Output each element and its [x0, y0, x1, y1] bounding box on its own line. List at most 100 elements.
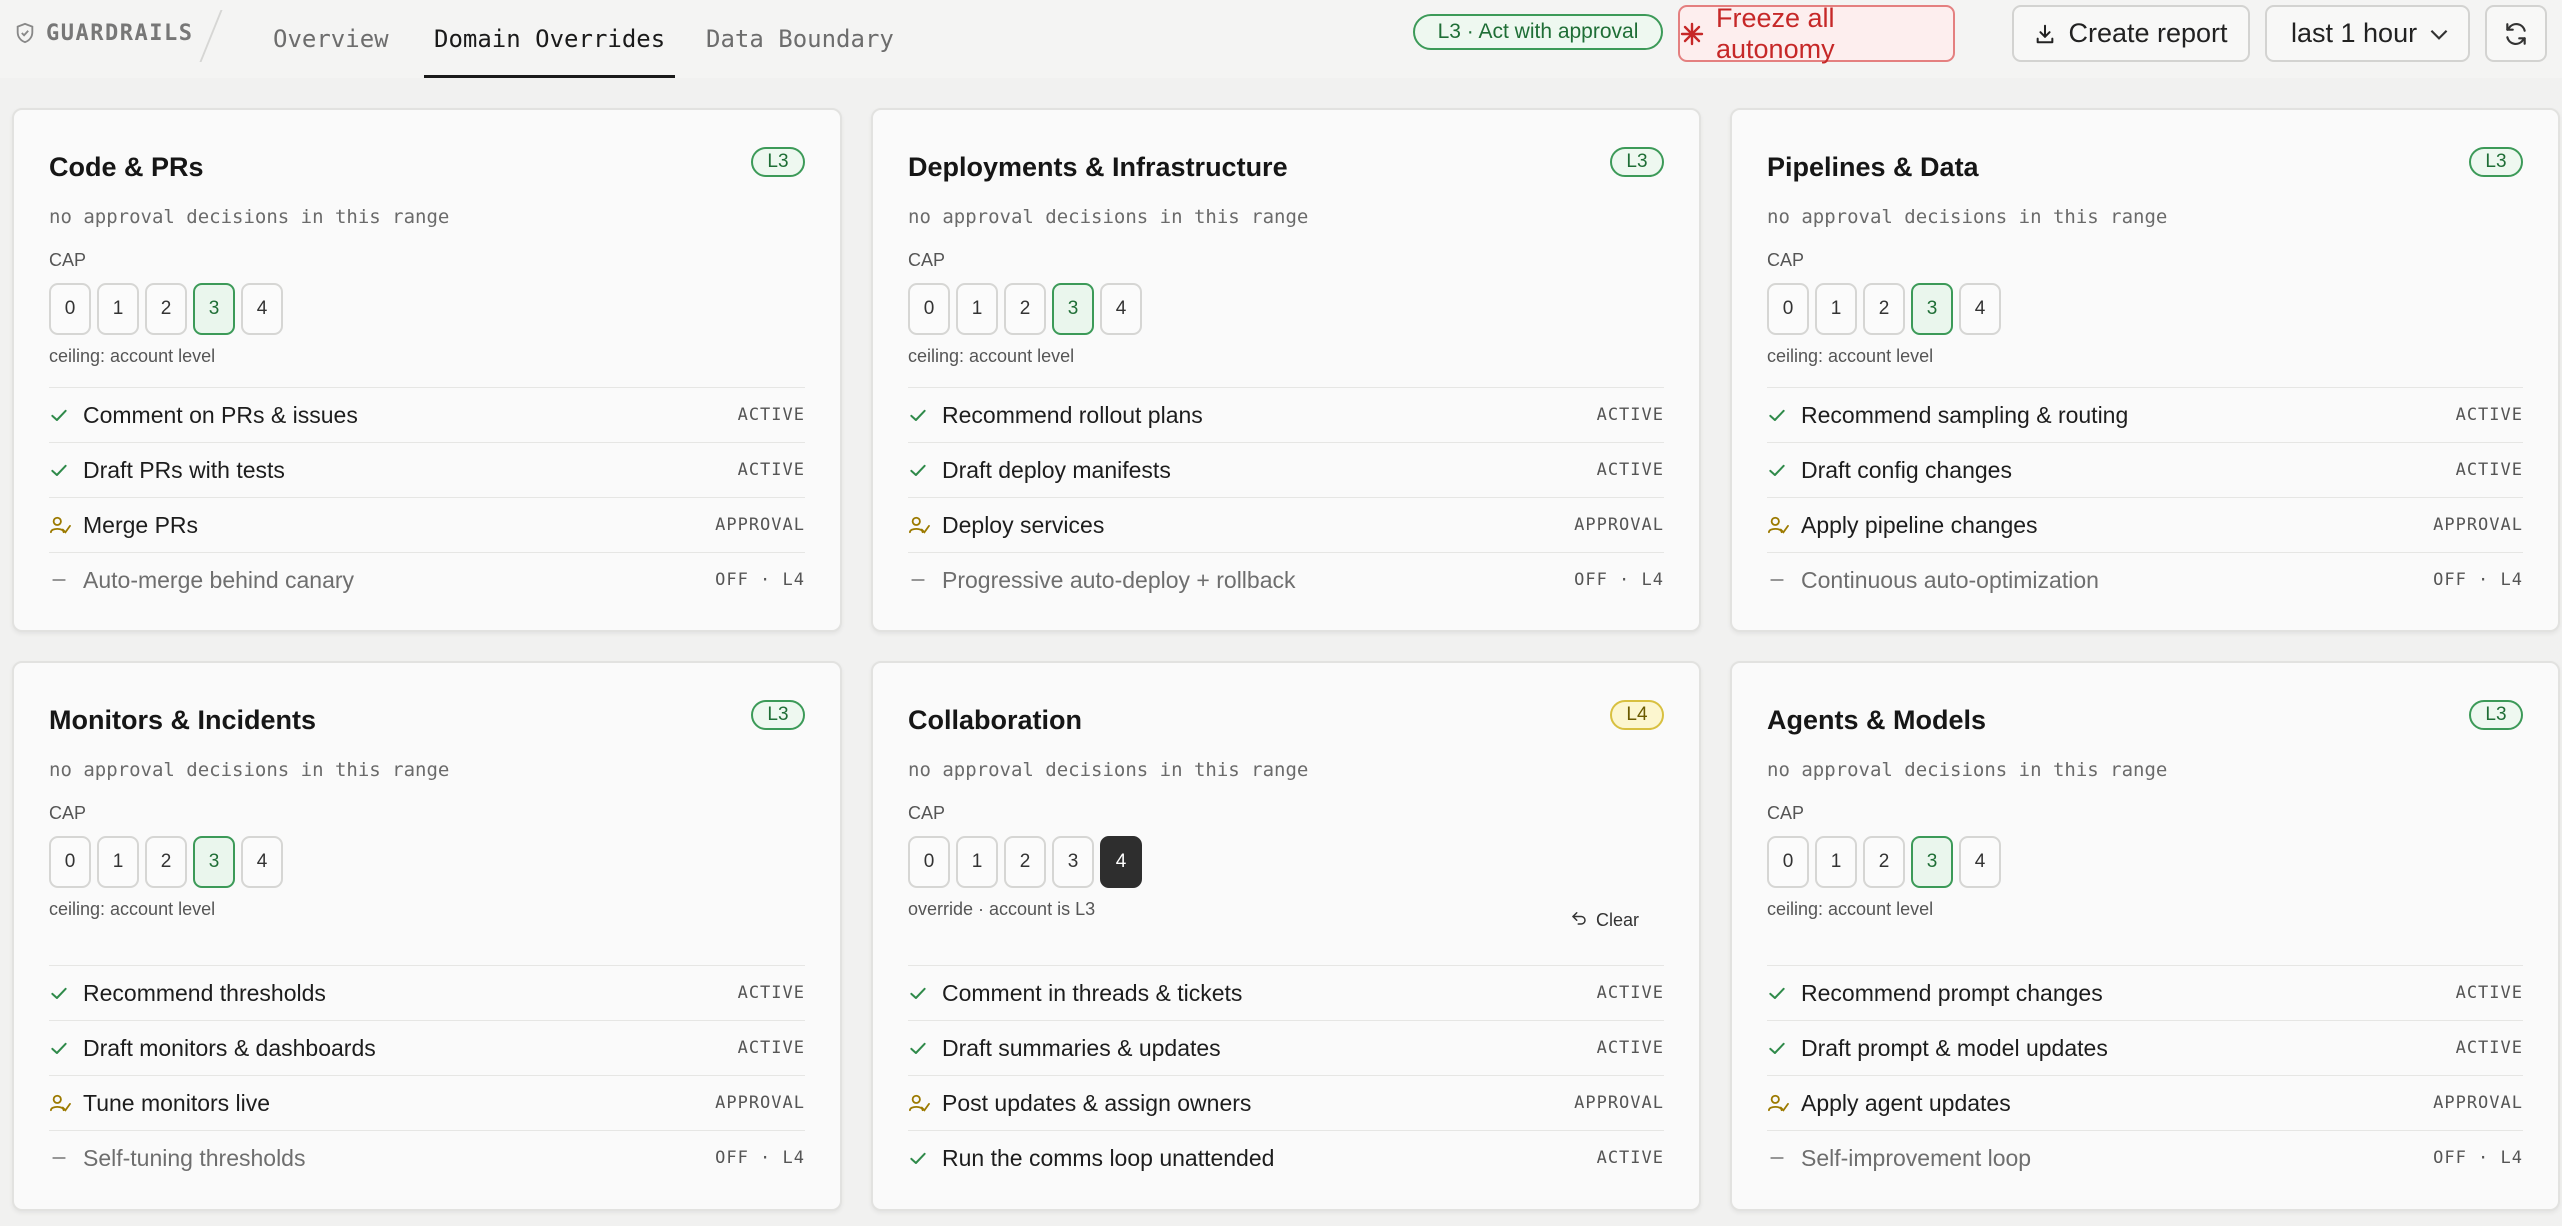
- domain-title: Collaboration: [908, 705, 1082, 735]
- capability-row: Self-improvement loop OFF · L4: [1767, 1130, 2523, 1185]
- tab-domain-overrides[interactable]: Domain Overrides: [423, 0, 676, 78]
- capability-status: ACTIVE: [1596, 983, 1664, 1003]
- cap-level-4-button[interactable]: 4: [1959, 283, 2001, 335]
- cap-level-4-button[interactable]: 4: [1100, 836, 1142, 888]
- capability-label: Draft config changes: [1801, 456, 2012, 483]
- domain-level-badge: L3: [1610, 147, 1664, 177]
- cap-level-3-button[interactable]: 3: [1052, 283, 1094, 335]
- clear-override-button[interactable]: Clear: [1570, 909, 1639, 932]
- capability-label: Apply pipeline changes: [1801, 511, 2038, 538]
- cap-level-1-button[interactable]: 1: [97, 836, 139, 888]
- cap-level-0-button[interactable]: 0: [49, 283, 91, 335]
- ceiling-note: ceiling: account level: [908, 346, 1075, 366]
- capability-label: Draft PRs with tests: [83, 456, 285, 483]
- cap-level-3-button[interactable]: 3: [1911, 836, 1953, 888]
- check-icon: [49, 460, 83, 480]
- cap-level-2-button[interactable]: 2: [145, 836, 187, 888]
- capability-label: Continuous auto-optimization: [1801, 566, 2099, 593]
- domain-title: Pipelines & Data: [1767, 152, 1979, 182]
- approval-summary: no approval decisions in this range: [49, 759, 450, 781]
- capability-status: ACTIVE: [737, 405, 805, 425]
- capability-label: Recommend sampling & routing: [1801, 401, 2129, 428]
- dash-icon: [49, 570, 83, 590]
- create-report-button[interactable]: Create report: [2012, 5, 2250, 62]
- capability-status: APPROVAL: [715, 515, 805, 535]
- account-level-badge: L3 · Act with approval: [1413, 14, 1663, 50]
- approval-icon: [49, 1093, 83, 1113]
- freeze-all-autonomy-button[interactable]: Freeze all autonomy: [1678, 3, 1955, 64]
- cap-selector: 01234: [49, 836, 283, 888]
- capability-row: Recommend thresholds ACTIVE: [49, 965, 805, 1020]
- capability-label: Recommend rollout plans: [942, 401, 1203, 428]
- capability-label: Apply agent updates: [1801, 1089, 2011, 1116]
- time-range-select[interactable]: last 1 hour: [2265, 5, 2470, 62]
- capability-row: Recommend rollout plans ACTIVE: [908, 387, 1664, 442]
- shield-check-icon: [16, 22, 34, 44]
- capability-status: ACTIVE: [2455, 405, 2523, 425]
- approval-icon: [908, 515, 942, 535]
- cap-level-0-button[interactable]: 0: [49, 836, 91, 888]
- capability-row: Auto-merge behind canary OFF · L4: [49, 552, 805, 607]
- check-icon: [1767, 983, 1801, 1003]
- capability-label: Tune monitors live: [83, 1089, 271, 1116]
- check-icon: [908, 460, 942, 480]
- cap-level-2-button[interactable]: 2: [1863, 836, 1905, 888]
- cap-level-1-button[interactable]: 1: [1815, 283, 1857, 335]
- cap-level-4-button[interactable]: 4: [241, 836, 283, 888]
- cap-level-4-button[interactable]: 4: [241, 283, 283, 335]
- cap-level-2-button[interactable]: 2: [1863, 283, 1905, 335]
- cap-selector: 01234: [1767, 283, 2001, 335]
- capability-row: Continuous auto-optimization OFF · L4: [1767, 552, 2523, 607]
- capability-row: Merge PRs APPROVAL: [49, 497, 805, 552]
- cap-level-4-button[interactable]: 4: [1100, 283, 1142, 335]
- cap-selector: 01234: [908, 283, 1142, 335]
- cap-level-0-button[interactable]: 0: [1767, 836, 1809, 888]
- cap-level-3-button[interactable]: 3: [193, 836, 235, 888]
- snowflake-icon: [1680, 22, 1704, 45]
- capability-row: Apply pipeline changes APPROVAL: [1767, 497, 2523, 552]
- cap-level-0-button[interactable]: 0: [908, 283, 950, 335]
- domain-title: Monitors & Incidents: [49, 705, 317, 735]
- cap-level-3-button[interactable]: 3: [1052, 836, 1094, 888]
- cap-level-2-button[interactable]: 2: [1004, 836, 1046, 888]
- check-icon: [908, 405, 942, 425]
- cap-level-3-button[interactable]: 3: [193, 283, 235, 335]
- cap-level-0-button[interactable]: 0: [1767, 283, 1809, 335]
- ceiling-note: ceiling: account level: [49, 346, 216, 366]
- cap-selector: 01234: [1767, 836, 2001, 888]
- capability-status: ACTIVE: [737, 1038, 805, 1058]
- tab-overview[interactable]: Overview: [273, 0, 389, 78]
- capability-row: Draft prompt & model updates ACTIVE: [1767, 1020, 2523, 1075]
- capability-status: OFF · L4: [2433, 570, 2523, 590]
- check-icon: [49, 983, 83, 1003]
- cap-level-3-button[interactable]: 3: [1911, 283, 1953, 335]
- brand-name: GUARDRAILS: [46, 20, 194, 46]
- domain-level-badge: L3: [751, 700, 805, 730]
- cap-selector: 01234: [908, 836, 1142, 888]
- capability-list: Recommend rollout plans ACTIVE Draft deplo…: [908, 387, 1664, 607]
- capability-label: Run the comms loop unattended: [942, 1144, 1275, 1171]
- approval-summary: no approval decisions in this range: [908, 206, 1309, 228]
- cap-level-2-button[interactable]: 2: [1004, 283, 1046, 335]
- cap-level-1-button[interactable]: 1: [956, 836, 998, 888]
- cap-level-4-button[interactable]: 4: [1959, 836, 2001, 888]
- capability-status: ACTIVE: [737, 983, 805, 1003]
- domain-card-deployments-infrastructure: Deployments & Infrastructure L3 no appro…: [871, 108, 1701, 632]
- cap-level-1-button[interactable]: 1: [1815, 836, 1857, 888]
- refresh-button[interactable]: [2485, 5, 2547, 62]
- cap-level-2-button[interactable]: 2: [145, 283, 187, 335]
- tab-data-boundary[interactable]: Data Boundary: [706, 0, 894, 78]
- capability-label: Draft monitors & dashboards: [83, 1034, 376, 1061]
- capability-row: Run the comms loop unattended ACTIVE: [908, 1130, 1664, 1185]
- capability-row: Recommend prompt changes ACTIVE: [1767, 965, 2523, 1020]
- cap-level-1-button[interactable]: 1: [97, 283, 139, 335]
- capability-status: ACTIVE: [1596, 460, 1664, 480]
- capability-label: Recommend prompt changes: [1801, 979, 2103, 1006]
- cap-label: CAP: [49, 803, 87, 823]
- undo-icon: [1570, 909, 1588, 932]
- capability-row: Self-tuning thresholds OFF · L4: [49, 1130, 805, 1185]
- cap-level-0-button[interactable]: 0: [908, 836, 950, 888]
- check-icon: [908, 1148, 942, 1168]
- cap-level-1-button[interactable]: 1: [956, 283, 998, 335]
- capability-row: Draft config changes ACTIVE: [1767, 442, 2523, 497]
